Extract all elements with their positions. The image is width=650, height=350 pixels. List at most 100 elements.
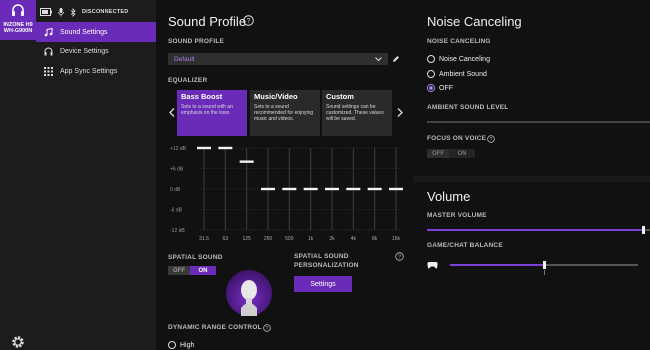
page-title: Sound Profile [168, 14, 247, 29]
headphones-icon [44, 47, 53, 55]
balance-slider[interactable] [450, 261, 638, 269]
preset-title: Custom [326, 92, 354, 101]
gear-icon[interactable] [10, 334, 26, 350]
master-volume-slider[interactable] [427, 226, 650, 234]
eq-db-label: -6 dB [170, 207, 183, 213]
device-badge[interactable]: INZONE H9 WH-G900N [0, 0, 36, 40]
profile-select[interactable]: Default [168, 53, 388, 65]
radio-button[interactable] [427, 70, 435, 78]
chevron-left-icon[interactable] [169, 108, 175, 117]
svg-text:?: ? [490, 137, 493, 143]
help-icon[interactable]: ? [263, 324, 271, 332]
drc-option-label: High [180, 341, 195, 349]
slider-thumb[interactable] [542, 261, 546, 269]
eq-band-handle [389, 187, 403, 191]
eq-frequency-label: 250 [264, 236, 273, 242]
sidebar-item-label: Sound Settings [60, 28, 108, 36]
slider-fill [427, 229, 644, 231]
help-icon[interactable]: ? [487, 135, 495, 143]
nc-option-label: OFF [439, 84, 453, 92]
eq-db-label: -12 dB [170, 228, 185, 234]
eq-db-label: +6 dB [170, 166, 184, 172]
app-grid-icon [44, 66, 53, 76]
eq-band-handle [325, 187, 339, 191]
preset-description: Sound settings can be customized. These … [326, 104, 384, 122]
balance-label: GAME/CHAT BALANCE [427, 242, 503, 249]
eq-band-handle [282, 187, 297, 191]
edit-pencil-icon[interactable] [392, 55, 400, 63]
avatar [226, 270, 272, 316]
battery-icon [40, 8, 52, 16]
profile-select-value: Default [174, 55, 195, 63]
eq-frequency-label: 63 [223, 236, 229, 242]
toggle-off: OFF [427, 149, 449, 158]
toggle-on: ON [190, 266, 216, 275]
ambient-level-slider [427, 121, 650, 123]
spatial-sound-toggle[interactable]: OFF ON [168, 266, 216, 275]
preset-card-music-video[interactable]: Music/Video Sets to a sound recommended … [250, 90, 320, 136]
focus-on-voice-toggle: OFF ON [427, 149, 475, 158]
nc-option-ambient-sound[interactable]: Ambient Sound [427, 70, 487, 78]
slider-thumb[interactable] [641, 226, 645, 234]
radio-button-selected[interactable] [427, 84, 435, 92]
microphone-icon [58, 7, 64, 16]
help-icon[interactable]: ? [395, 252, 404, 261]
focus-on-voice-label: FOCUS ON VOICE [427, 135, 487, 142]
svg-text:?: ? [247, 18, 251, 25]
nc-option-label: Ambient Sound [439, 70, 487, 78]
eq-band-handle [218, 146, 233, 150]
equalizer-label: EQUALIZER [168, 77, 208, 84]
noise-canceling-label: NOISE CANCELING [427, 38, 491, 45]
svg-text:?: ? [398, 255, 401, 261]
svg-text:?: ? [266, 326, 269, 332]
eq-frequency-label: 500 [285, 236, 294, 242]
bluetooth-icon [70, 7, 76, 17]
master-volume-label: MASTER VOLUME [427, 212, 487, 219]
eq-band-handle [239, 160, 254, 163]
help-icon[interactable]: ? [243, 15, 254, 26]
sidebar-item-sound-settings[interactable]: Sound Settings [36, 22, 156, 42]
eq-db-label: +12 dB [170, 146, 187, 152]
chevron-right-icon[interactable] [397, 108, 403, 117]
preset-description: Sets to a sound with an emphasis on the … [181, 104, 233, 116]
sidebar-item-label: App Sync Settings [60, 67, 118, 75]
preset-card-bass-boost[interactable]: Bass Boost Sets to a sound with an empha… [177, 90, 247, 136]
toggle-on: ON [449, 149, 475, 158]
eq-frequency-label: 16k [392, 236, 401, 242]
eq-frequency-label: 4k [351, 236, 357, 242]
preset-description: Sets to a sound recommended for enjoying… [254, 104, 314, 122]
balance-center-tick [544, 270, 545, 275]
eq-band-handle [261, 187, 275, 191]
radio-button[interactable] [168, 341, 176, 349]
sidebar-item-device-settings[interactable]: Device Settings [36, 41, 156, 61]
radio-button[interactable] [427, 55, 435, 63]
gamepad-icon [427, 262, 438, 269]
eq-band-handle [197, 146, 211, 150]
eq-band-handle [367, 187, 382, 191]
preset-card-custom[interactable]: Custom Sound settings can be customized.… [322, 90, 392, 136]
drc-option-high[interactable]: High [168, 341, 194, 349]
status-row: DISCONNECTED [40, 6, 128, 18]
drc-label: DYNAMIC RANGE CONTROL [168, 324, 262, 331]
connection-status: DISCONNECTED [82, 9, 129, 15]
personalization-label: SPATIAL SOUND PERSONALIZATION [294, 253, 359, 269]
nc-option-noise-canceling[interactable]: Noise Canceling [427, 55, 490, 63]
sidebar-item-app-sync-settings[interactable]: App Sync Settings [36, 61, 156, 81]
nc-option-off[interactable]: OFF [427, 84, 453, 92]
sidebar-item-label: Device Settings [60, 47, 109, 55]
spatial-sound-label: SPATIAL SOUND [168, 254, 223, 261]
sound-profile-label: SOUND PROFILE [168, 38, 225, 45]
sidebar: INZONE H9 WH-G900N DISCONNECTED Sound Se… [0, 0, 156, 350]
head-bust-icon [241, 280, 257, 316]
eq-frequency-label: 8k [372, 236, 378, 242]
eq-frequency-label: 1k [308, 236, 314, 242]
preset-title: Bass Boost [181, 92, 223, 101]
device-name: INZONE H9 WH-G900N [3, 22, 33, 34]
noise-canceling-title: Noise Canceling [427, 14, 522, 29]
eq-band-handle [346, 187, 361, 191]
toggle-off: OFF [168, 266, 190, 275]
settings-button[interactable]: Settings [294, 276, 352, 292]
nc-option-label: Noise Canceling [439, 55, 490, 63]
equalizer-chart[interactable]: +12 dB +6 dB 0 dB -6 dB -12 dB 31.5 63 125 250 50… [168, 142, 412, 242]
eq-band-handle [303, 187, 318, 191]
